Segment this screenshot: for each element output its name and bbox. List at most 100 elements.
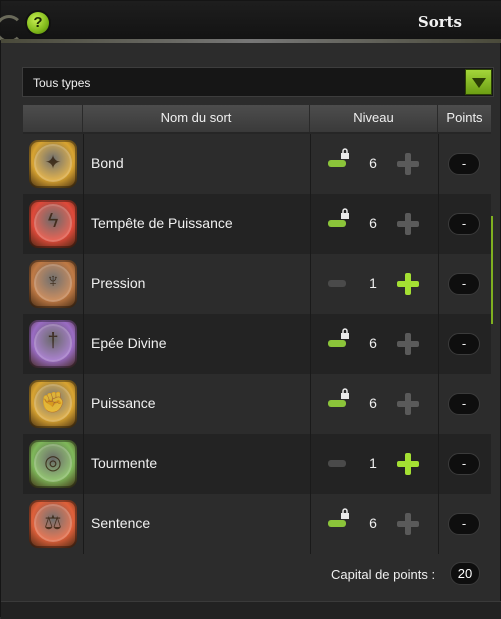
lock-icon <box>340 148 350 159</box>
plus-icon-bar <box>405 153 411 175</box>
table-row[interactable]: ⚖ Sentence 6 - <box>23 494 491 554</box>
increase-level-button[interactable] <box>397 333 419 355</box>
column-divider <box>310 494 311 554</box>
table-row[interactable]: ✦ Bond 6 - <box>23 134 491 194</box>
spell-type-value: Tous types <box>33 76 91 90</box>
decrease-level-button[interactable] <box>328 160 346 167</box>
spell-glyph-icon: ◎ <box>44 452 62 474</box>
spell-name: Puissance <box>91 395 156 411</box>
spell-level: 6 <box>369 215 377 231</box>
increase-level-button[interactable] <box>397 453 419 475</box>
spell-glyph-icon: ✊ <box>40 392 66 414</box>
plus-icon-bar <box>405 273 411 295</box>
column-divider <box>438 254 439 314</box>
spell-name: Bond <box>91 155 124 171</box>
decrease-level-button[interactable] <box>328 520 346 527</box>
chevron-down-icon <box>472 78 486 88</box>
header-icon-column <box>23 105 83 132</box>
decrease-level-button[interactable] <box>328 220 346 227</box>
spell-level: 6 <box>369 335 377 351</box>
spell-points-button[interactable]: - <box>448 213 480 235</box>
title-ornament <box>1 39 501 43</box>
table-row[interactable]: ϟ Tempête de Puissance 6 - <box>23 194 491 254</box>
increase-level-button[interactable] <box>397 153 419 175</box>
column-divider <box>310 434 311 494</box>
lock-icon <box>340 328 350 339</box>
decrease-level-button[interactable] <box>328 340 346 347</box>
plus-icon-bar <box>405 453 411 475</box>
decrease-level-button[interactable] <box>328 280 346 287</box>
column-divider <box>83 314 84 374</box>
decrease-level-button[interactable] <box>328 460 346 467</box>
column-divider <box>438 434 439 494</box>
spell-points-button[interactable]: - <box>448 153 480 175</box>
increase-level-button[interactable] <box>397 513 419 535</box>
pressure-spell-icon[interactable]: ♆ <box>29 260 77 308</box>
header-name[interactable]: Nom du sort <box>83 105 310 132</box>
increase-level-button[interactable] <box>397 273 419 295</box>
lock-icon <box>340 508 350 519</box>
spell-points-button[interactable]: - <box>448 513 480 535</box>
spell-level: 1 <box>369 455 377 471</box>
column-divider <box>310 194 311 254</box>
table-row[interactable]: ✊ Puissance 6 - <box>23 374 491 434</box>
column-divider <box>438 374 439 434</box>
spell-type-dropdown[interactable]: Tous types <box>22 67 494 97</box>
scrollbar[interactable] <box>491 216 493 324</box>
spell-glyph-icon: ⚖ <box>44 512 62 534</box>
spell-points-button[interactable]: - <box>448 453 480 475</box>
column-divider <box>83 254 84 314</box>
spell-points-button[interactable]: - <box>448 393 480 415</box>
column-divider <box>438 314 439 374</box>
column-divider <box>438 134 439 194</box>
column-divider <box>83 374 84 434</box>
column-divider <box>83 194 84 254</box>
spell-name: Sentence <box>91 515 151 531</box>
spell-level: 1 <box>369 275 377 291</box>
capital-label: Capital de points : <box>331 567 436 582</box>
plus-icon-bar <box>405 393 411 415</box>
jump-spell-icon[interactable]: ✦ <box>29 140 77 188</box>
spell-points-button[interactable]: - <box>448 273 480 295</box>
power-storm-spell-icon[interactable]: ϟ <box>29 200 77 248</box>
capital-value: 20 <box>450 562 480 585</box>
table-row[interactable]: ◎ Tourmente 1 - <box>23 434 491 494</box>
header-level[interactable]: Niveau <box>310 105 438 132</box>
spell-level: 6 <box>369 515 377 531</box>
plus-icon-bar <box>405 513 411 535</box>
lock-icon <box>340 208 350 219</box>
spell-name: Tourmente <box>91 455 158 471</box>
plus-icon-bar <box>405 333 411 355</box>
spells-window: ? Sorts Tous types Nom du sort Niveau Po… <box>0 0 501 619</box>
column-divider <box>310 314 311 374</box>
table-row[interactable]: † Epée Divine 6 - <box>23 314 491 374</box>
window-title: Sorts <box>417 13 462 31</box>
spell-name: Epée Divine <box>91 335 167 351</box>
power-spell-icon[interactable]: ✊ <box>29 380 77 428</box>
table-header: Nom du sort Niveau Points <box>23 105 491 132</box>
header-points[interactable]: Points <box>438 105 491 132</box>
decrease-level-button[interactable] <box>328 400 346 407</box>
sentence-spell-icon[interactable]: ⚖ <box>29 500 77 548</box>
column-divider <box>310 254 311 314</box>
spell-glyph-icon: ✦ <box>44 152 62 174</box>
spell-glyph-icon: ϟ <box>47 210 59 232</box>
dropdown-toggle-button[interactable] <box>465 69 492 95</box>
column-divider <box>83 434 84 494</box>
increase-level-button[interactable] <box>397 213 419 235</box>
spell-level: 6 <box>369 395 377 411</box>
spell-name: Tempête de Puissance <box>91 215 233 231</box>
spells-table: Nom du sort Niveau Points ✦ Bond 6 - ϟ Tempêt… <box>23 105 491 554</box>
spell-glyph-icon: ♆ <box>45 270 61 292</box>
lock-icon <box>340 388 350 399</box>
divine-sword-spell-icon[interactable]: † <box>29 320 77 368</box>
table-row[interactable]: ♆ Pression 1 - <box>23 254 491 314</box>
spell-points-button[interactable]: - <box>448 333 480 355</box>
column-divider <box>438 494 439 554</box>
plus-icon-bar <box>405 213 411 235</box>
help-button[interactable]: ? <box>27 12 49 34</box>
column-divider <box>310 134 311 194</box>
torment-spell-icon[interactable]: ◎ <box>29 440 77 488</box>
increase-level-button[interactable] <box>397 393 419 415</box>
title-bar: ? Sorts <box>0 1 501 43</box>
